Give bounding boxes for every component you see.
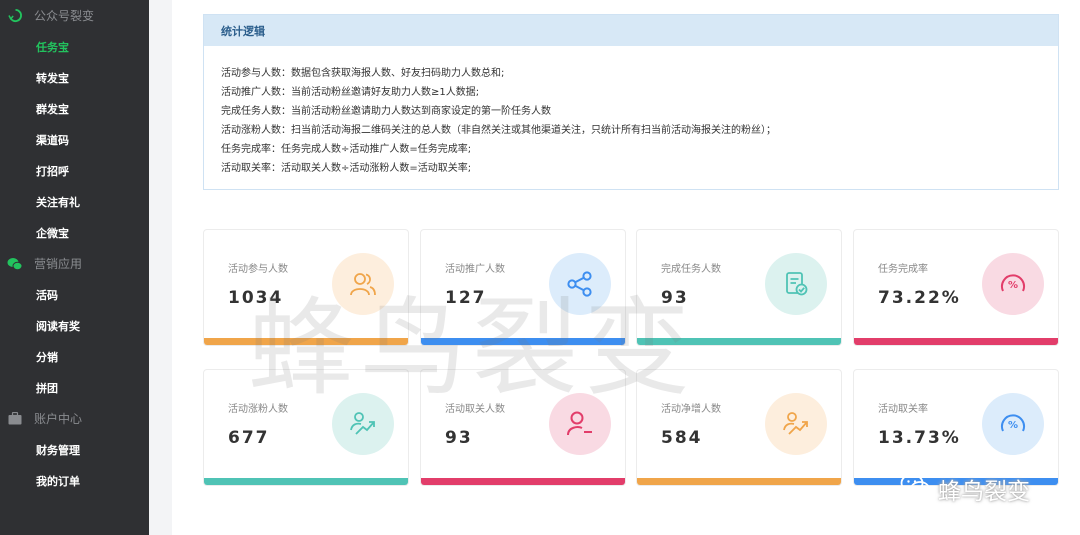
stat-label: 活动涨粉人数 <box>228 404 288 415</box>
trend-up-icon <box>765 393 827 455</box>
stats-logic-panel: 统计逻辑 活动参与人数：数据包含获取海报人数、好友扫码助力人数总和; 活动推广人… <box>203 14 1059 190</box>
user-minus-icon <box>549 393 611 455</box>
wechat-icon <box>7 256 23 272</box>
share-icon <box>549 253 611 315</box>
logic-line: 活动参与人数：数据包含获取海报人数、好友扫码助力人数总和; <box>221 68 505 79</box>
brand-text: 蜂鸟裂变 <box>938 479 1030 505</box>
recycle-icon <box>7 8 23 24</box>
stat-label: 完成任务人数 <box>661 264 721 275</box>
stat-value: 13.73% <box>878 428 961 448</box>
stat-value: 127 <box>445 288 487 308</box>
svg-text:%: % <box>1008 280 1018 291</box>
logic-line: 完成任务人数：当前活动粉丝邀请助力人数达到商家设定的第一阶任务人数 <box>221 106 551 117</box>
sidebar-section-fission[interactable]: 公众号裂变 <box>0 0 149 31</box>
stat-label: 活动推广人数 <box>445 264 505 275</box>
card-accent-bar <box>421 478 625 485</box>
card-accent-bar <box>421 338 625 345</box>
stat-card-completed: 完成任务人数 93 <box>636 229 842 346</box>
stat-value: 93 <box>445 428 473 448</box>
sidebar-item-fenxiao[interactable]: 分销 <box>0 341 149 372</box>
sidebar-section-title: 公众号裂变 <box>34 9 95 23</box>
stat-card-completion-rate: 任务完成率 73.22% % <box>853 229 1059 346</box>
wechat-icon <box>900 473 932 505</box>
brand-watermark: 蜂鸟裂变 <box>900 472 1030 506</box>
sidebar-item-wodedingdan[interactable]: 我的订单 <box>0 465 149 496</box>
stat-value: 73.22% <box>878 288 961 308</box>
trend-up-icon <box>332 393 394 455</box>
gauge-percent-icon: % <box>982 253 1044 315</box>
briefcase-icon <box>7 411 23 427</box>
stat-label: 任务完成率 <box>878 264 928 275</box>
sidebar-item-qunfabao[interactable]: 群发宝 <box>0 93 149 124</box>
sidebar-item-yueduyoujiang[interactable]: 阅读有奖 <box>0 310 149 341</box>
sidebar-section-title: 营销应用 <box>34 257 83 271</box>
stat-value: 584 <box>661 428 703 448</box>
card-accent-bar <box>204 338 408 345</box>
stats-logic-body: 活动参与人数：数据包含获取海报人数、好友扫码助力人数总和; 活动推广人数：当前活… <box>204 46 1058 178</box>
sidebar-section-account[interactable]: 账户中心 <box>0 403 149 434</box>
stat-card-new-fans: 活动涨粉人数 677 <box>203 369 409 486</box>
sidebar: 公众号裂变 任务宝 转发宝 群发宝 渠道码 打招呼 关注有礼 企微宝 营销应用 … <box>0 0 149 535</box>
stat-card-promoters: 活动推广人数 127 <box>420 229 626 346</box>
stat-card-unfollow-rate: 活动取关率 13.73% % <box>853 369 1059 486</box>
logic-line: 活动推广人数：当前活动粉丝邀请好友助力人数≥1人数据; <box>221 87 480 98</box>
stat-card-unfollows: 活动取关人数 93 <box>420 369 626 486</box>
card-accent-bar <box>637 338 841 345</box>
stat-value: 93 <box>661 288 689 308</box>
sidebar-item-caiwuguanli[interactable]: 财务管理 <box>0 434 149 465</box>
stat-card-participants: 活动参与人数 1034 <box>203 229 409 346</box>
card-accent-bar <box>204 478 408 485</box>
stat-value: 1034 <box>228 288 284 308</box>
sidebar-item-guanzhuyouli[interactable]: 关注有礼 <box>0 186 149 217</box>
sidebar-item-qudaoma[interactable]: 渠道码 <box>0 124 149 155</box>
sidebar-item-zhuanfabao[interactable]: 转发宝 <box>0 62 149 93</box>
card-accent-bar <box>637 478 841 485</box>
sidebar-item-qiweibao[interactable]: 企微宝 <box>0 217 149 248</box>
sidebar-section-title: 账户中心 <box>34 412 83 426</box>
stat-value: 677 <box>228 428 270 448</box>
sidebar-item-renwubao[interactable]: 任务宝 <box>0 31 149 62</box>
card-accent-bar <box>854 338 1058 345</box>
stat-label: 活动取关人数 <box>445 404 505 415</box>
stats-logic-title: 统计逻辑 <box>204 15 1058 46</box>
gauge-percent-icon: % <box>982 393 1044 455</box>
users-icon <box>332 253 394 315</box>
sidebar-section-marketing[interactable]: 营销应用 <box>0 248 149 279</box>
logic-line: 任务完成率：任务完成人数÷活动推广人数=任务完成率; <box>221 144 472 155</box>
logic-line: 活动取关率：活动取关人数÷活动涨粉人数=活动取关率; <box>221 163 472 174</box>
logic-line: 活动涨粉人数：扫当前活动海报二维码关注的总人数（非自然关注或其他渠道关注，只统计… <box>221 125 776 136</box>
sidebar-item-dazhaohu[interactable]: 打招呼 <box>0 155 149 186</box>
main-content: 统计逻辑 活动参与人数：数据包含获取海报人数、好友扫码助力人数总和; 活动推广人… <box>172 0 1080 535</box>
stat-label: 活动取关率 <box>878 404 928 415</box>
task-check-icon <box>765 253 827 315</box>
sidebar-item-huoma[interactable]: 活码 <box>0 279 149 310</box>
stat-card-net-gain: 活动净增人数 584 <box>636 369 842 486</box>
stat-label: 活动参与人数 <box>228 264 288 275</box>
svg-text:%: % <box>1008 420 1018 431</box>
sidebar-item-pintuan[interactable]: 拼团 <box>0 372 149 403</box>
stat-label: 活动净增人数 <box>661 404 721 415</box>
